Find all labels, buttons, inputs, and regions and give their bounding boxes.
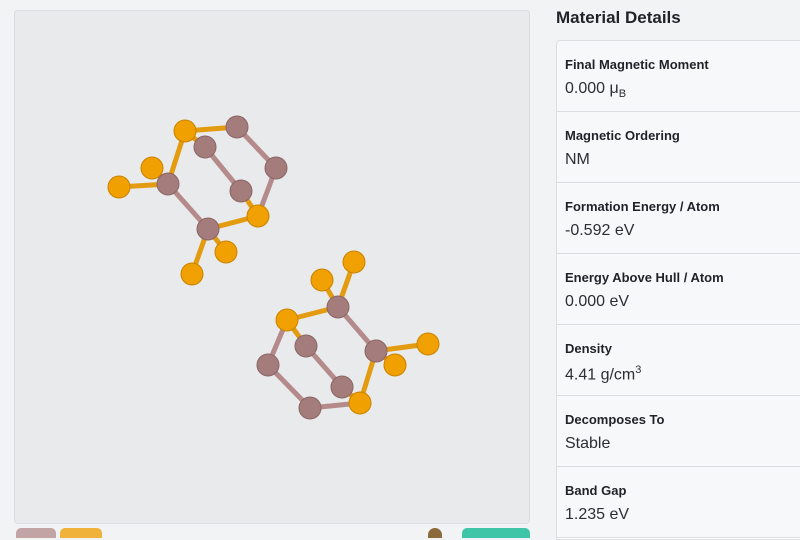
detail-label: Final Magnetic Moment — [565, 57, 709, 72]
atom-s[interactable] — [173, 119, 197, 143]
detail-label: Band Gap — [565, 483, 627, 498]
atom-s[interactable] — [416, 332, 440, 356]
detail-value: -0.592 eV — [565, 222, 635, 239]
atom-mo[interactable] — [225, 115, 249, 139]
detail-band-gap: Band Gap 1.235 eV — [557, 467, 800, 538]
legend-mo-chip[interactable] — [16, 528, 56, 538]
atom-mo[interactable] — [256, 353, 280, 377]
atom-s[interactable] — [107, 175, 131, 199]
atom-mo[interactable] — [330, 375, 354, 399]
atom-mo[interactable] — [229, 179, 253, 203]
atom-mo[interactable] — [196, 217, 220, 241]
atom-s[interactable] — [342, 250, 366, 274]
detail-value: Stable — [565, 435, 611, 452]
detail-label: Density — [565, 341, 612, 356]
view-toggle-button[interactable] — [462, 528, 530, 538]
axis-widget-icon — [428, 528, 442, 538]
detail-energy-above-hull: Energy Above Hull / Atom 0.000 eV — [557, 254, 800, 325]
detail-value: 0.000 μB — [565, 80, 627, 101]
legend-s-chip[interactable] — [60, 528, 102, 538]
details-list: Final Magnetic Moment 0.000 μB Magnetic … — [556, 40, 800, 540]
detail-label: Formation Energy / Atom — [565, 199, 720, 214]
atom-mo[interactable] — [298, 396, 322, 420]
atom-s[interactable] — [180, 262, 204, 286]
atom-mo[interactable] — [294, 334, 318, 358]
detail-magnetic-ordering: Magnetic Ordering NM — [557, 112, 800, 183]
detail-label: Magnetic Ordering — [565, 128, 680, 143]
detail-density: Density 4.41 g/cm3 — [557, 325, 800, 396]
atom-s[interactable] — [275, 308, 299, 332]
detail-value: NM — [565, 151, 590, 168]
atom-mo[interactable] — [193, 135, 217, 159]
atom-s[interactable] — [383, 353, 407, 377]
atom-s[interactable] — [348, 391, 372, 415]
detail-magnetic-moment: Final Magnetic Moment 0.000 μB — [557, 41, 800, 112]
atom-mo[interactable] — [326, 295, 350, 319]
detail-decomposes-to: Decomposes To Stable — [557, 396, 800, 467]
detail-value: 1.235 eV — [565, 506, 630, 523]
detail-label: Decomposes To — [565, 412, 665, 427]
atom-s[interactable] — [140, 156, 164, 180]
atom-mo[interactable] — [364, 339, 388, 363]
detail-label: Energy Above Hull / Atom — [565, 270, 724, 285]
detail-value: 4.41 g/cm3 — [565, 364, 642, 384]
atom-s[interactable] — [310, 268, 334, 292]
detail-value: 0.000 eV — [565, 293, 630, 310]
structure-viewer[interactable] — [14, 10, 530, 524]
atom-mo[interactable] — [156, 172, 180, 196]
structure-canvas[interactable] — [15, 11, 530, 524]
atom-mo[interactable] — [264, 156, 288, 180]
detail-formation-energy: Formation Energy / Atom -0.592 eV — [557, 183, 800, 254]
atom-s[interactable] — [246, 204, 270, 228]
atom-s[interactable] — [214, 240, 238, 264]
details-title: Material Details — [556, 8, 681, 27]
